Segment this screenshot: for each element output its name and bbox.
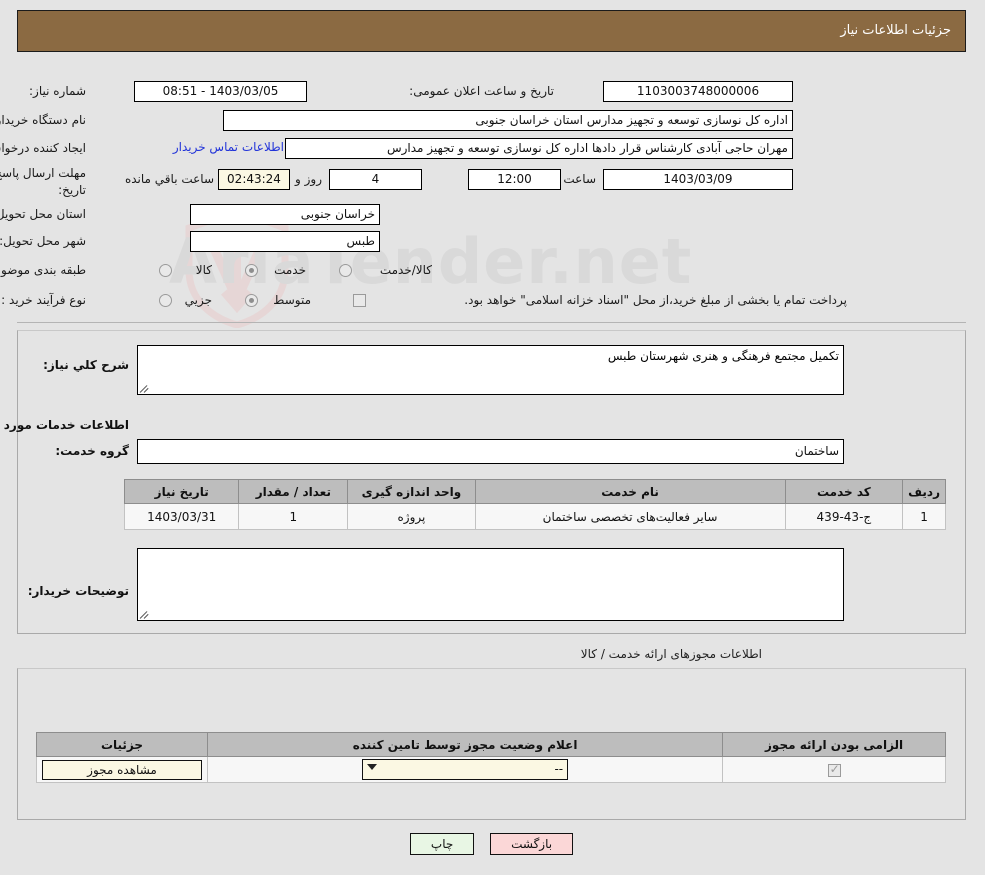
cell-unit: پروژه: [348, 503, 477, 530]
general-need-textarea[interactable]: تکمیل مجتمع فرهنگی و هنری شهرستان طبس: [138, 345, 845, 395]
table-header-row: ردیف کد خدمت نام خدمت واحد اندازه گیری ت…: [124, 479, 947, 504]
province-label: استان محل تحویل:: [0, 207, 87, 221]
col-needdate: تاریخ نیاز: [124, 479, 241, 504]
buyer-org-label: نام دستگاه خریدار:: [0, 113, 87, 127]
cell-name: سایر فعالیت‌های تخصصی ساختمان: [475, 503, 787, 530]
deadline-date-value: 1403/03/09: [604, 169, 794, 190]
radio-category-kala-khedmat-label: کالا/خدمت: [380, 263, 433, 277]
radio-category-kala-khedmat[interactable]: [340, 264, 353, 277]
deadline-label-line2: تاریخ:: [59, 183, 87, 197]
buyer-org-value: اداره کل نوسازی توسعه و تجهیز مدارس استا…: [224, 110, 794, 131]
treasury-note-text: پرداخت تمام یا بخشی از مبلغ خرید،از محل …: [465, 293, 848, 307]
radio-process-jozei-label: جزیي: [185, 293, 213, 307]
city-value: طبس: [191, 231, 381, 252]
service-group-value: ساختمان: [138, 439, 845, 464]
table-row: 1 ج-43-439 سایر فعالیت‌های تخصصی ساختمان…: [124, 503, 947, 530]
radio-category-khedmat[interactable]: [246, 264, 259, 277]
cell-quantity: 1: [239, 503, 350, 530]
resize-grip-icon-2[interactable]: [140, 609, 151, 619]
view-license-button[interactable]: مشاهده مجوز: [43, 759, 203, 780]
radio-category-kala-label: کالا: [196, 263, 213, 277]
service-table: ردیف کد خدمت نام خدمت واحد اندازه گیری ت…: [124, 479, 947, 530]
cell-license-detail: مشاهده مجوز: [36, 756, 210, 783]
deadline-time-value: 12:00: [469, 169, 562, 190]
general-need-label: شرح کلي نیاز:: [44, 358, 130, 372]
license-status-value: --: [555, 762, 565, 776]
license-table: الزامی بودن ارائه مجوز اعلام وضعیت مجوز …: [36, 732, 947, 783]
requester-value: مهران حاجی آبادی کارشناس قرار دادها ادار…: [286, 138, 794, 159]
col-license-detail: جزئیات: [36, 732, 210, 757]
radio-category-kala[interactable]: [160, 264, 173, 277]
back-button[interactable]: بازگشت: [491, 833, 575, 855]
buyer-notes-textarea[interactable]: [138, 548, 845, 621]
announce-datetime-label: تاریخ و ساعت اعلان عمومی:: [410, 84, 555, 98]
treasury-bond-checkbox[interactable]: [354, 294, 367, 307]
col-name: نام خدمت: [475, 479, 787, 504]
cell-code: ج-43-439: [785, 503, 905, 530]
radio-process-motavaset[interactable]: [246, 294, 259, 307]
page-header: جزئیات اطلاعات نیاز: [18, 10, 967, 52]
remaining-days-value: 4: [330, 169, 423, 190]
buyer-contact-link[interactable]: اطلاعات تماس خریدار: [174, 140, 285, 154]
province-value: خراسان جنوبی: [191, 204, 381, 225]
license-row: -- مشاهده مجوز: [36, 756, 947, 783]
radio-process-motavaset-label: متوسط: [274, 293, 312, 307]
need-number-label: شماره نیاز:: [30, 84, 87, 98]
general-need-value: تکمیل مجتمع فرهنگی و هنری شهرستان طبس: [608, 349, 840, 363]
city-label: شهر محل تحویل:: [0, 234, 87, 248]
cell-license-required: [723, 756, 947, 783]
resize-grip-icon[interactable]: [140, 383, 151, 393]
remaining-timer-value: 02:43:24: [219, 169, 291, 190]
col-code: کد خدمت: [785, 479, 905, 504]
services-section-title: اطلاعات خدمات مورد نیاز: [0, 418, 130, 432]
col-unit: واحد اندازه گیری: [348, 479, 477, 504]
cell-needdate: 1403/03/31: [124, 503, 241, 530]
deadline-label-line1: مهلت ارسال پاسخ: تا: [0, 166, 87, 180]
requester-label: ایجاد کننده درخواست:: [0, 141, 87, 155]
print-button[interactable]: چاپ: [410, 833, 476, 855]
radio-process-jozei[interactable]: [160, 294, 173, 307]
license-required-checkbox: [828, 762, 842, 777]
page-title: جزئیات اطلاعات نیاز: [841, 23, 952, 38]
announce-datetime-value: 1403/03/05 - 08:51: [135, 81, 308, 102]
col-quantity: تعداد / مقدار: [239, 479, 350, 504]
category-label: طبقه بندی موضوعی:: [0, 263, 87, 277]
license-header-row: الزامی بودن ارائه مجوز اعلام وضعیت مجوز …: [36, 732, 947, 757]
radio-category-khedmat-label: خدمت: [275, 263, 307, 277]
service-group-label: گروه خدمت:: [56, 444, 130, 458]
process-label: نوع فرآیند خرید :: [2, 293, 87, 307]
footer-bar: بازگشت چاپ: [0, 833, 985, 855]
section-divider: [18, 322, 967, 323]
license-section-title: اطلاعات مجوزهای ارائه خدمت / کالا: [581, 647, 763, 661]
need-number-value: 1103003748000006: [604, 81, 794, 102]
license-status-select[interactable]: --: [363, 759, 570, 780]
cell-license-status: --: [208, 756, 725, 783]
col-license-status: اعلام وضعیت مجوز توسط تامین کننده: [208, 732, 725, 757]
col-row: ردیف: [903, 479, 947, 504]
chevron-down-icon: [368, 764, 379, 770]
deadline-time-label: ساعت: [564, 172, 597, 186]
remaining-days-unit: روز و: [296, 172, 323, 186]
buyer-notes-label: توضیحات خریدار:: [28, 584, 130, 598]
col-license-required: الزامی بودن ارائه مجوز: [723, 732, 947, 757]
remaining-suffix-label: ساعت باقي مانده: [125, 172, 215, 186]
cell-row: 1: [903, 503, 947, 530]
